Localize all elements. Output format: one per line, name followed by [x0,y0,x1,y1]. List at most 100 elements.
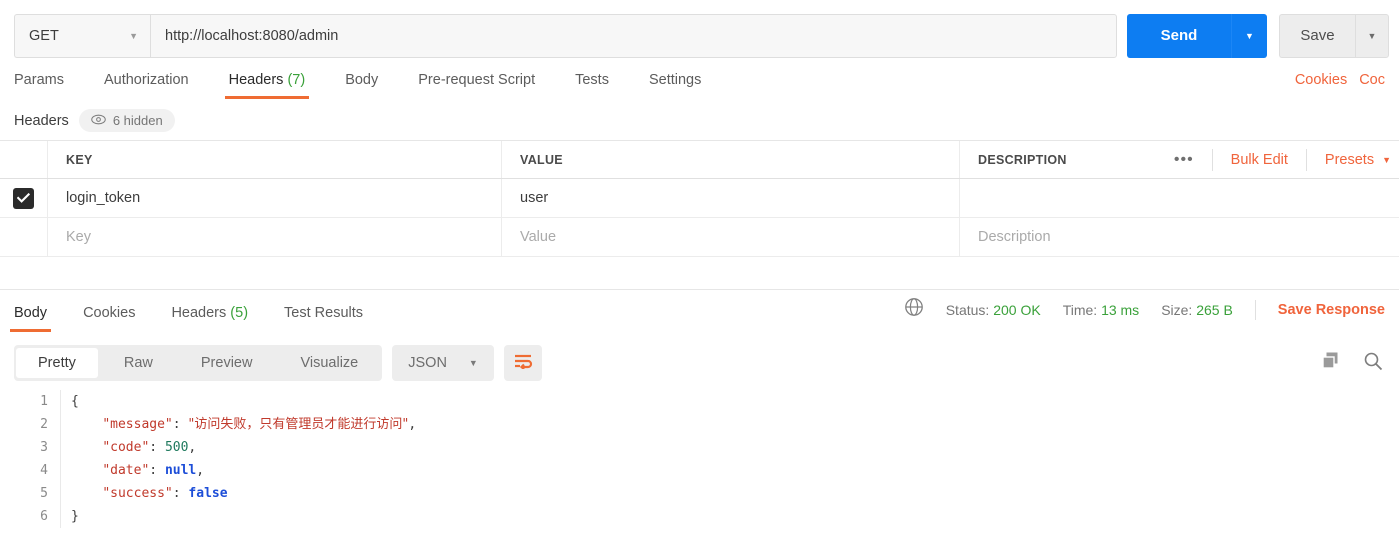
json-value-code: 500 [164,440,189,455]
presets-button[interactable]: Presets ▼ [1307,152,1399,168]
json-value-message: "访问失败，只有管理员才能进行访问" [188,417,409,432]
tab-authorization[interactable]: Authorization [104,72,189,99]
url-input[interactable]: http://localhost:8080/admin [150,13,1117,58]
postman-app: GET ▼ http://localhost:8080/admin Send ▼… [0,0,1399,555]
tab-settings[interactable]: Settings [649,72,701,99]
cookies-link[interactable]: Cookies [1295,72,1347,88]
json-value-success: false [188,486,228,501]
tab-label: Pre-request Script [418,72,536,88]
response-tabs: Body Cookies Headers (5) Test Results St… [0,290,1399,332]
bulk-edit-button[interactable]: Bulk Edit [1213,152,1306,168]
response-tab-headers[interactable]: Headers (5) [171,305,248,332]
request-tabs: Params Authorization Headers (7) Body Pr… [0,62,1399,99]
word-wrap-icon [513,353,533,374]
row-enabled-checkbox[interactable] [13,187,34,209]
more-options-icon[interactable]: ••• [1156,151,1212,168]
line-number: 1 [40,394,48,409]
new-value-placeholder: Value [520,229,557,245]
tab-label: Body [14,305,48,321]
response-tab-cookies[interactable]: Cookies [83,305,135,332]
view-mode-visualize[interactable]: Visualize [278,348,380,378]
view-mode-label: Raw [123,355,153,371]
code-lines[interactable]: { "message": "访问失败，只有管理员才能进行访问", "code":… [60,390,1399,528]
globe-icon[interactable] [904,297,924,322]
tab-count: (7) [287,72,306,88]
tab-count: (5) [230,305,249,321]
panel-gap [0,257,1399,289]
line-number: 2 [40,417,48,432]
tab-label: Test Results [284,305,364,321]
row-value-value: user [520,190,549,206]
json-open-brace: { [71,394,79,409]
response-body-tools [1321,351,1385,376]
headers-subheader: Headers 6 hidden [0,99,1399,140]
view-mode-label: Preview [200,355,253,371]
response-body-code[interactable]: 1 2 3 4 5 6 { "message": "访问失败，只有管理员才能进行… [0,384,1399,528]
size-value: 265 B [1196,301,1233,318]
code-link[interactable]: Coc [1359,72,1385,88]
url-bar: GET ▼ http://localhost:8080/admin Send ▼… [0,0,1399,62]
json-close-brace: } [71,509,79,524]
row-key-cell[interactable]: login_token [48,179,502,217]
tab-pre-request-script[interactable]: Pre-request Script [418,72,535,99]
line-number: 6 [40,509,48,524]
new-key-placeholder: Key [66,229,91,245]
tab-body[interactable]: Body [345,72,378,99]
table-row-empty[interactable]: Key Value Description [0,218,1399,257]
send-button[interactable]: Send [1127,13,1231,58]
json-key-message: "message" [102,417,173,432]
row-description-cell[interactable] [960,179,1399,217]
response-tab-test-results[interactable]: Test Results [284,305,363,332]
time-label: Time: [1062,301,1098,318]
row-value-cell[interactable]: user [502,179,960,217]
headers-label: Headers [14,112,69,129]
tab-label: Headers [171,305,227,321]
header-cell-description: DESCRIPTION ••• Bulk Edit Presets ▼ [960,141,1399,178]
new-key-input[interactable]: Key [48,218,502,256]
copy-icon[interactable] [1321,351,1341,376]
send-options-chevron-down-icon[interactable]: ▼ [1231,13,1267,58]
chevron-down-icon: ▼ [129,30,138,41]
line-numbers: 1 2 3 4 5 6 [0,390,60,528]
status-label: Status: [945,301,990,318]
new-value-input[interactable]: Value [502,218,960,256]
new-description-input[interactable]: Description [960,218,1399,256]
request-tabs-right-links: Cookies Coc [1295,72,1385,99]
save-response-button[interactable]: Save Response [1278,302,1385,318]
code-line-2: "message": "访问失败，只有管理员才能进行访问", [102,417,417,432]
url-value: http://localhost:8080/admin [165,27,339,44]
line-number: 5 [40,486,48,501]
view-mode-pretty[interactable]: Pretty [16,348,98,378]
headers-table: KEY VALUE DESCRIPTION ••• Bulk Edit Pres… [0,140,1399,257]
chevron-down-icon: ▼ [1382,154,1391,165]
tab-tests[interactable]: Tests [575,72,609,99]
save-group: Save ▼ [1279,13,1389,58]
format-label: JSON [408,355,447,371]
tab-label: Tests [575,72,609,88]
view-mode-label: Pretty [38,355,76,371]
hidden-headers-toggle[interactable]: 6 hidden [78,109,175,132]
save-options-chevron-down-icon[interactable]: ▼ [1355,13,1389,58]
format-select[interactable]: JSON ▼ [392,345,494,381]
tab-label: Params [14,72,64,88]
tab-headers[interactable]: Headers (7) [224,72,309,99]
table-actions: ••• Bulk Edit Presets ▼ [1156,141,1399,178]
view-mode-raw[interactable]: Raw [102,348,175,378]
search-icon[interactable] [1363,351,1383,376]
wrap-lines-button[interactable] [503,345,542,381]
tab-params[interactable]: Params [14,72,64,99]
divider [1254,299,1256,320]
code-line-4: "date": null, [102,463,205,478]
http-method-select[interactable]: GET ▼ [14,13,150,58]
header-cell-value: VALUE [502,141,960,178]
view-mode-label: Visualize [300,355,359,371]
view-mode-preview[interactable]: Preview [179,348,275,378]
table-header-row: KEY VALUE DESCRIPTION ••• Bulk Edit Pres… [0,141,1399,179]
row-checkbox-cell [0,179,48,217]
new-description-placeholder: Description [978,229,1051,245]
table-row[interactable]: login_token user [0,179,1399,218]
code-line-3: "code": 500, [102,440,197,455]
column-header-description: DESCRIPTION [978,152,1067,167]
save-button[interactable]: Save [1279,13,1355,58]
response-tab-body[interactable]: Body [9,305,52,332]
